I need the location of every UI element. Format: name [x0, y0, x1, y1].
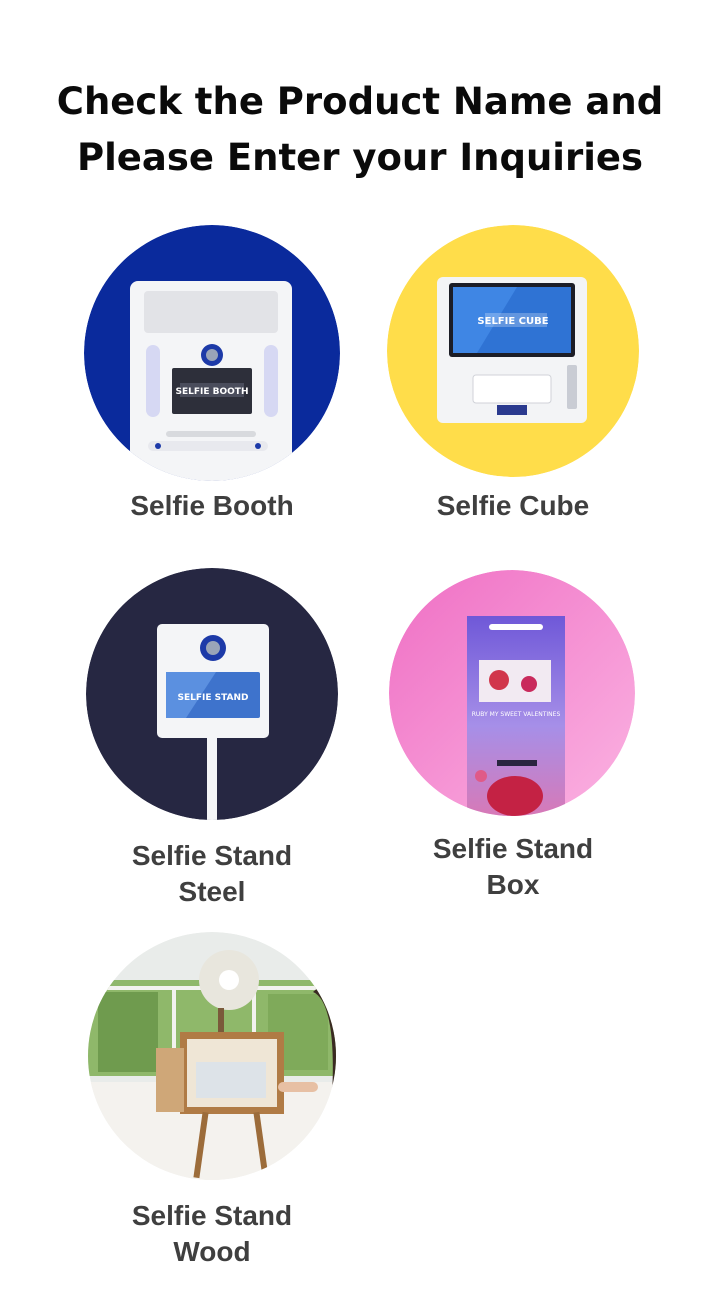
selfie-stand-steel-label: Selfie Stand Steel — [62, 838, 362, 910]
selfie-cube-screen-text: SELFIE CUBE — [477, 316, 548, 327]
selfie-booth-label: Selfie Booth — [62, 488, 362, 524]
product-card-selfie-stand-box[interactable]: RUBY MY SWEET VALENTINES Selfie Stand Bo… — [363, 568, 663, 908]
product-card-selfie-booth[interactable]: SELFIE BOOTH Selfie Booth — [62, 225, 362, 525]
page-title-line-1: Check the Product Name and — [56, 80, 664, 123]
selfie-stand-box-label-line-2: Box — [486, 869, 540, 900]
selfie-stand-wood-label-line-2: Wood — [173, 1236, 251, 1267]
selfie-cube-illustration: SELFIE CUBE — [387, 225, 639, 477]
page-title: Check the Product Name and Please Enter … — [0, 74, 720, 186]
selfie-cube-label: Selfie Cube — [363, 488, 663, 524]
selfie-stand-steel-image[interactable]: SELFIE STAND — [86, 568, 338, 820]
selfie-stand-wood-illustration — [88, 932, 336, 1180]
selfie-stand-wood-label-line-1: Selfie Stand — [131, 1200, 293, 1231]
product-card-selfie-stand-wood[interactable]: Selfie Stand Wood — [62, 930, 362, 1270]
page-title-line-2: Please Enter your Inquiries — [76, 136, 644, 179]
selfie-cube-label-line-1: Selfie Cube — [436, 490, 590, 521]
selfie-stand-steel-illustration: SELFIE STAND — [86, 568, 338, 820]
selfie-booth-image[interactable]: SELFIE BOOTH — [84, 225, 340, 481]
selfie-booth-illustration: SELFIE BOOTH — [84, 225, 340, 481]
selfie-cube-image[interactable]: SELFIE CUBE — [387, 225, 639, 477]
selfie-stand-box-illustration: RUBY MY SWEET VALENTINES — [389, 570, 635, 816]
selfie-stand-box-label: Selfie Stand Box — [363, 831, 663, 903]
selfie-stand-steel-screen-text: SELFIE STAND — [177, 693, 248, 703]
selfie-stand-wood-image[interactable] — [88, 932, 336, 1180]
selfie-booth-label-line-1: Selfie Booth — [130, 490, 294, 521]
selfie-stand-box-image[interactable]: RUBY MY SWEET VALENTINES — [389, 570, 635, 816]
product-card-selfie-stand-steel[interactable]: SELFIE STAND Selfie Stand Steel — [62, 568, 362, 908]
selfie-stand-box-label-line-1: Selfie Stand — [432, 833, 594, 864]
product-card-selfie-cube[interactable]: SELFIE CUBE Selfie Cube — [363, 225, 663, 525]
selfie-stand-steel-label-line-1: Selfie Stand — [131, 840, 293, 871]
selfie-stand-wood-label: Selfie Stand Wood — [62, 1198, 362, 1270]
selfie-stand-box-screen-text: RUBY MY SWEET VALENTINES — [472, 711, 561, 718]
selfie-stand-steel-label-line-2: Steel — [178, 876, 246, 907]
selfie-booth-screen-text: SELFIE BOOTH — [176, 387, 249, 397]
